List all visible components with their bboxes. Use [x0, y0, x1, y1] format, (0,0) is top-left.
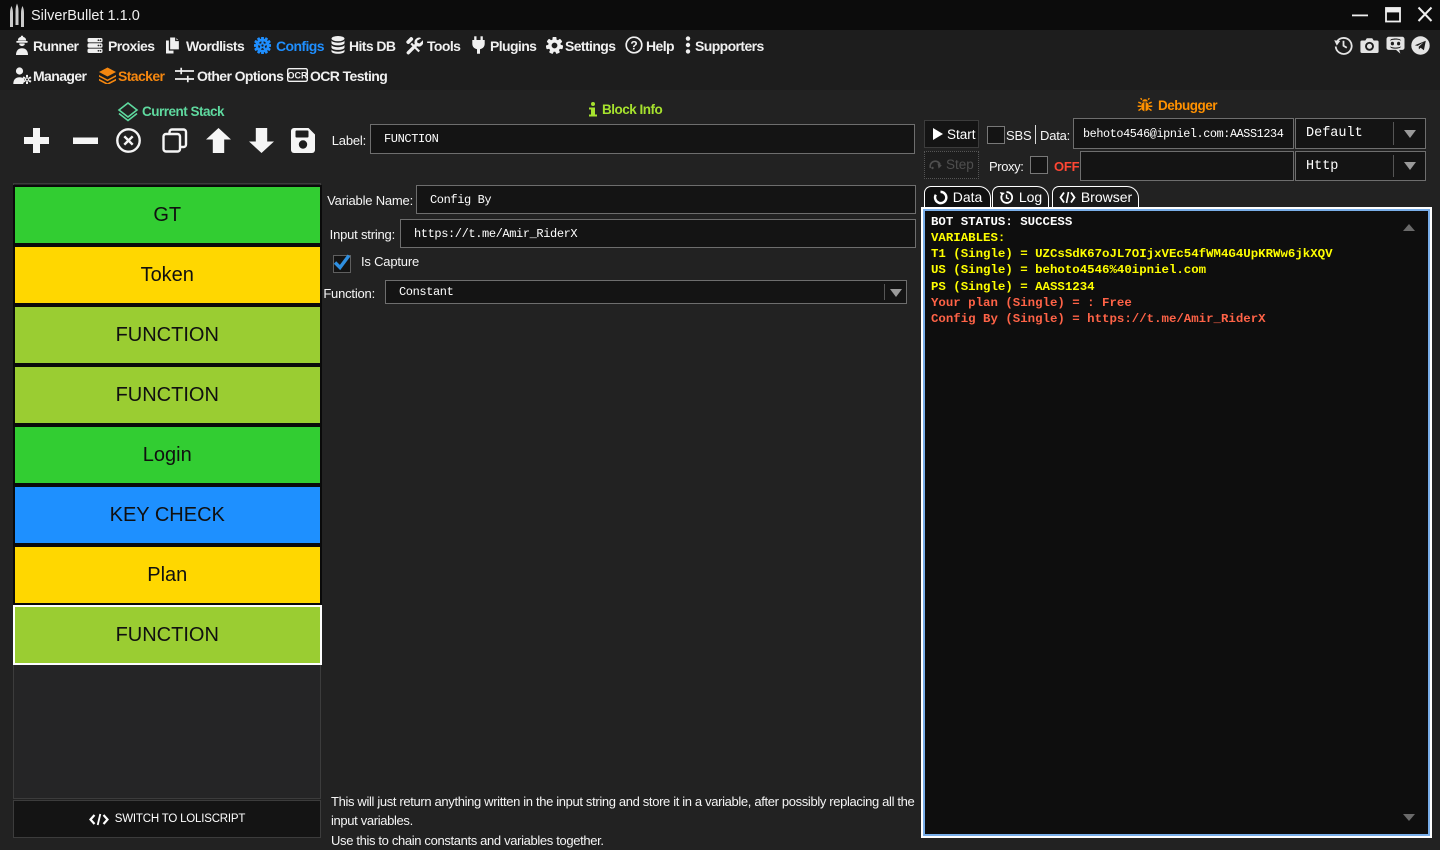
svg-text:OCR: OCR: [288, 70, 309, 80]
svg-text:?: ?: [630, 38, 637, 52]
